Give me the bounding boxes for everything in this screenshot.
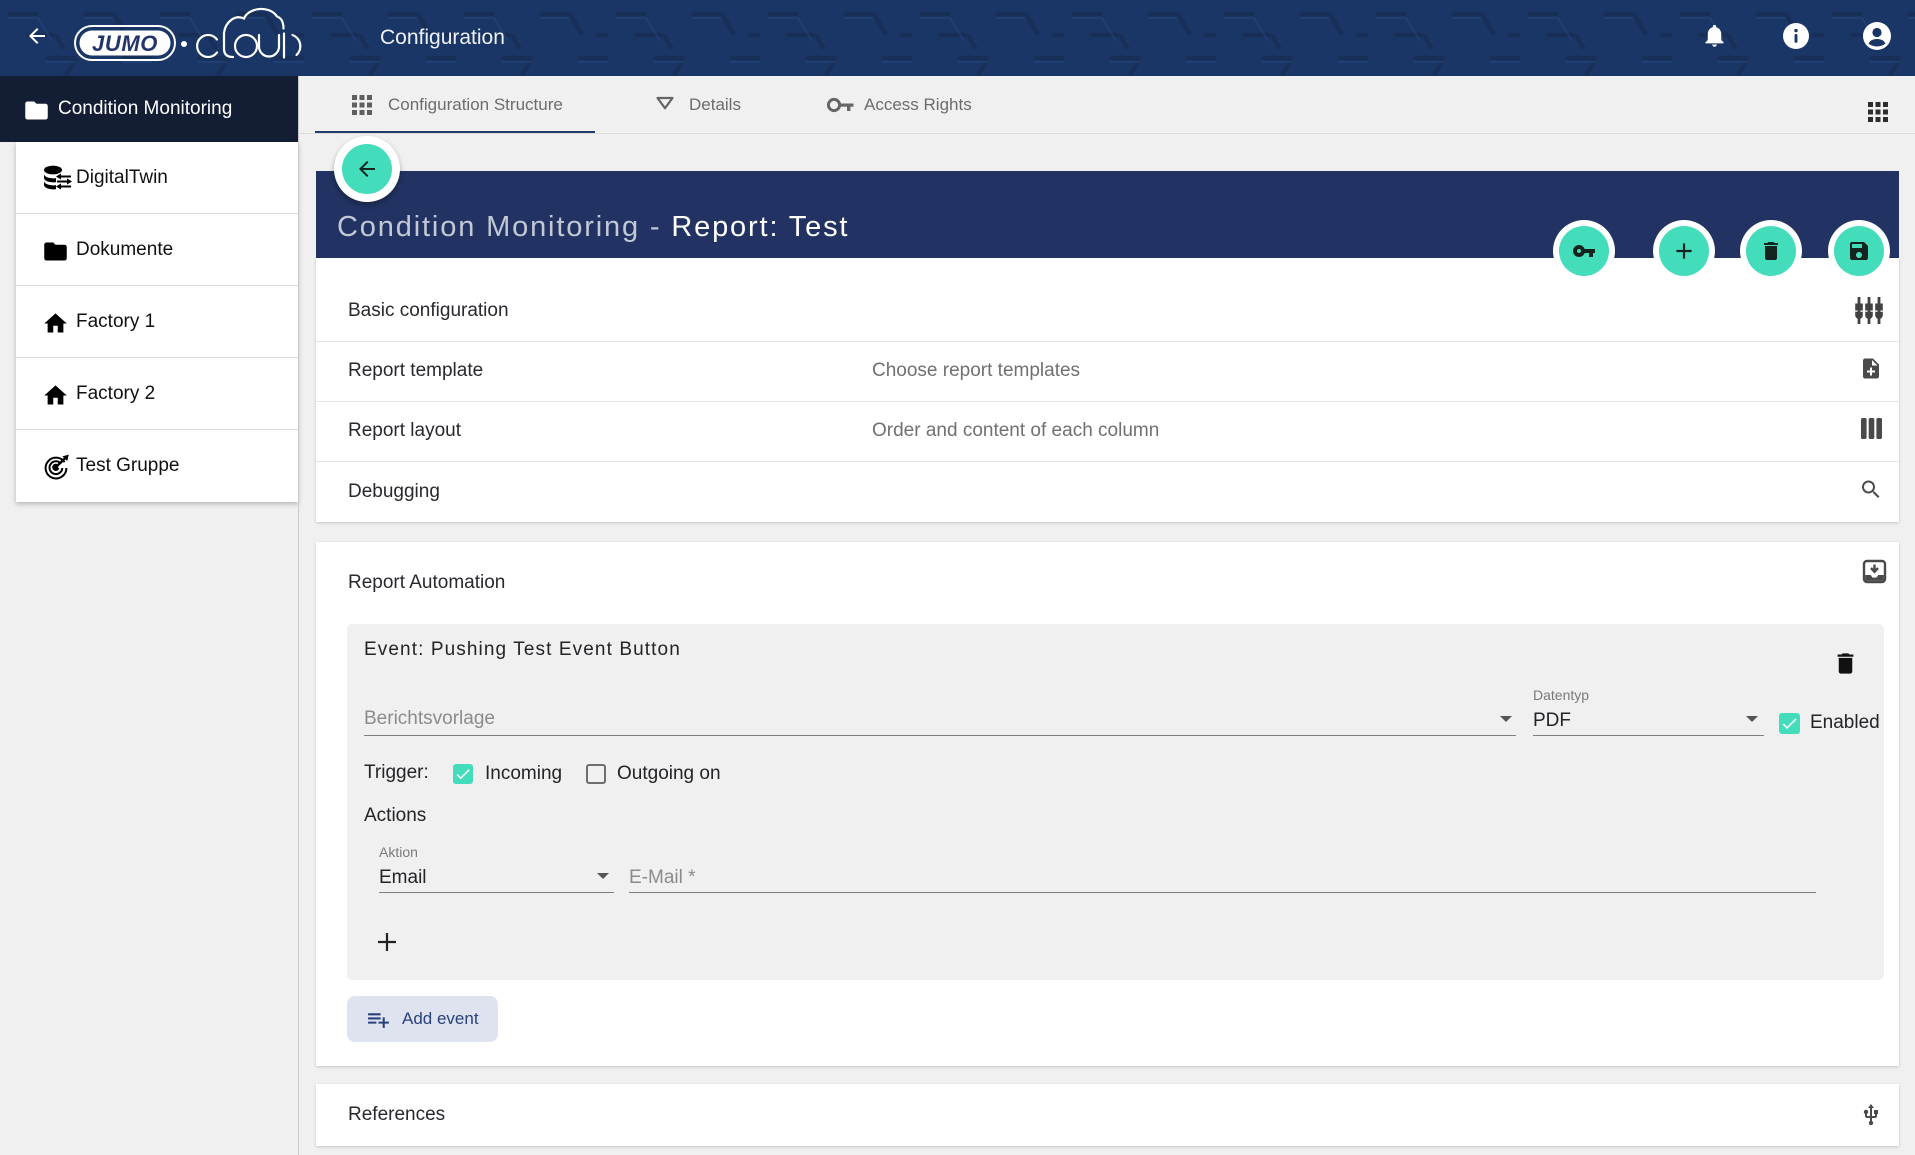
svg-text:JUMO: JUMO [92, 31, 158, 56]
